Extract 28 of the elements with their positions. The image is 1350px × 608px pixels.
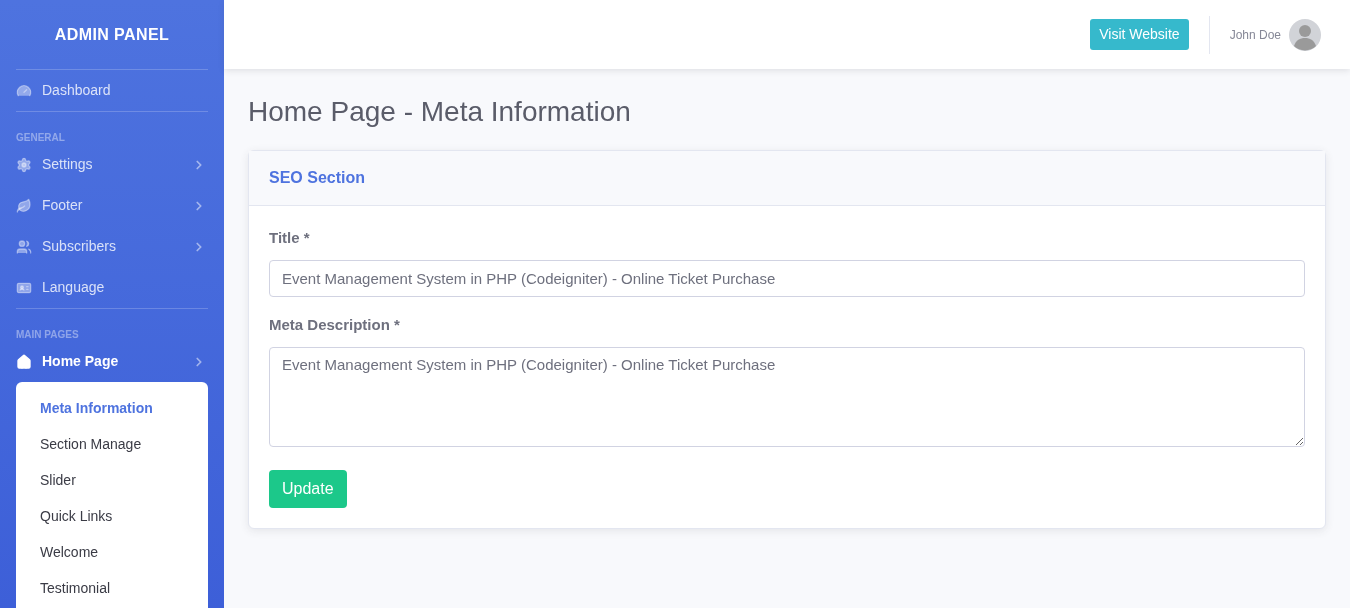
sidebar-item[interactable]: Home Page (16, 341, 208, 382)
field-label: Title * (269, 229, 310, 246)
leaf-icon (16, 197, 32, 214)
field-label: Meta Description * (269, 316, 400, 333)
home-icon (16, 353, 32, 370)
sidebar-item[interactable]: Subscribers (16, 226, 208, 267)
users-icon (16, 238, 32, 255)
user-name: John Doe (1229, 26, 1281, 44)
description-field[interactable]: Event Management System in PHP (Codeigniter) - Online Ticket Purchase (269, 347, 1305, 447)
page-title: Home Page - Meta Information (248, 95, 632, 129)
submenu-item[interactable]: Section Manage (16, 426, 208, 462)
sidebar-heading: MAIN PAGES (16, 329, 79, 340)
card-title: SEO Section (269, 168, 366, 188)
title-field[interactable]: Event Management System in PHP (Codeigniter) - Online Ticket Purchase (269, 260, 1305, 297)
brand-title: ADMIN PANEL (54, 24, 170, 45)
sidebar-item[interactable]: Settings (16, 144, 208, 185)
sidebar-item[interactable]: Dashboard (16, 70, 208, 111)
settings-icon (16, 156, 32, 173)
sidebar-heading: GENERAL (16, 132, 65, 143)
submenu-item[interactable]: Welcome (16, 534, 208, 570)
submenu-item[interactable]: Slider (16, 462, 208, 498)
submenu-item[interactable]: Quick Links (16, 498, 208, 534)
avatar-icon (1289, 18, 1321, 51)
submenu-item[interactable]: Testimonial (16, 570, 208, 606)
sidebar-item[interactable]: Language (16, 267, 208, 308)
gauge-icon (16, 82, 32, 99)
sidebar-item[interactable]: Footer (16, 185, 208, 226)
submenu-item[interactable]: Meta Information (16, 390, 208, 426)
